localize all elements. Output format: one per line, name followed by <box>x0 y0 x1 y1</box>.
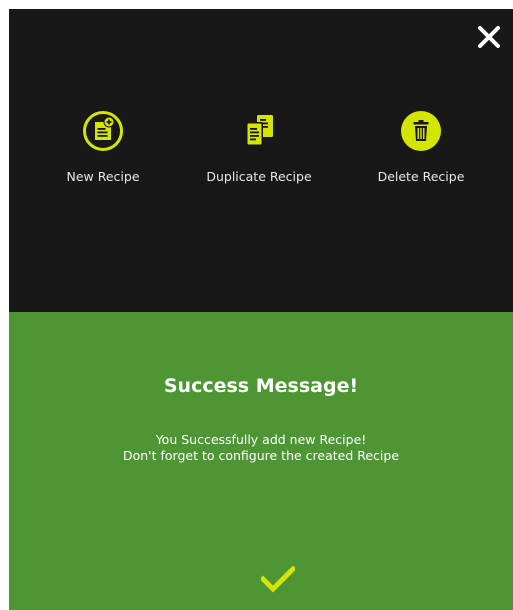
checkmark-icon <box>259 565 297 593</box>
close-button[interactable] <box>475 23 503 51</box>
confirm-button[interactable] <box>259 565 297 594</box>
success-line-1: You Successfully add new Recipe! <box>155 432 367 447</box>
success-message-panel: Success Message! You Successfully add ne… <box>9 312 513 610</box>
duplicate-recipe-icon <box>237 109 281 153</box>
recipe-actions-panel: New Recipe Duplicate Recipe Delete Recip… <box>9 9 513 312</box>
success-title: Success Message! <box>163 375 359 397</box>
duplicate-recipe-label: Duplicate Recipe <box>206 169 312 184</box>
delete-recipe-icon <box>399 109 443 153</box>
duplicate-recipe-button[interactable]: Duplicate Recipe <box>184 109 334 184</box>
close-icon <box>478 26 500 48</box>
action-list: New Recipe Duplicate Recipe Delete Recip… <box>9 109 513 199</box>
new-recipe-icon <box>81 109 125 153</box>
success-text: You Successfully add new Recipe! Don't f… <box>9 432 513 464</box>
delete-recipe-button[interactable]: Delete Recipe <box>346 109 496 184</box>
new-recipe-label: New Recipe <box>66 169 140 184</box>
new-recipe-button[interactable]: New Recipe <box>28 109 178 184</box>
success-line-2: Don't forget to configure the created Re… <box>122 448 400 463</box>
delete-recipe-label: Delete Recipe <box>377 169 465 184</box>
recipe-dialog: New Recipe Duplicate Recipe Delete Recip… <box>9 9 513 610</box>
